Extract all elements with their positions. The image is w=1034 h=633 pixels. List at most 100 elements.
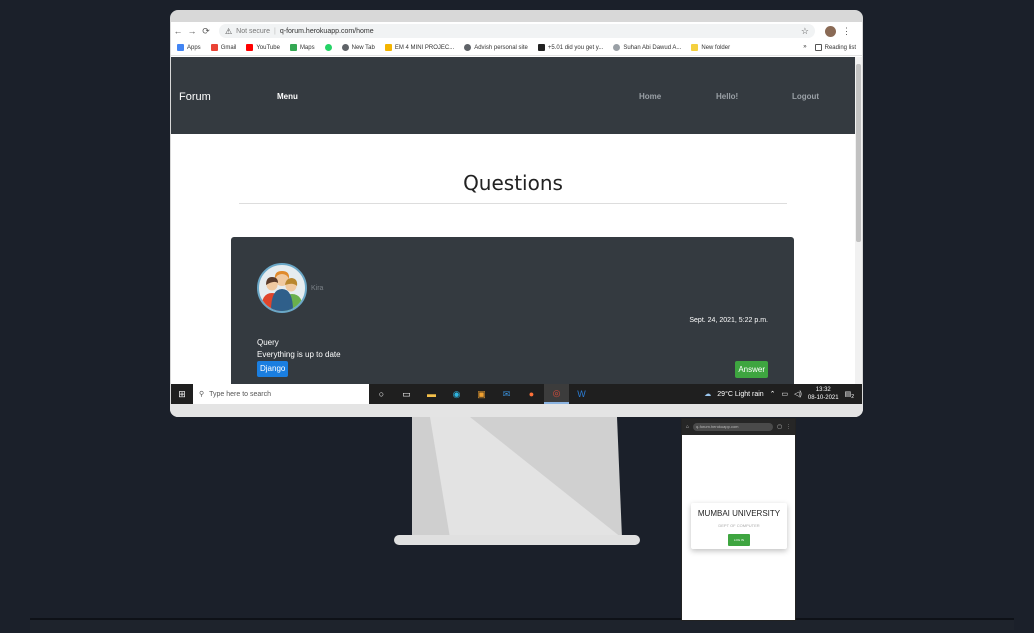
brand-link[interactable]: Forum — [179, 91, 211, 103]
nav-logout[interactable]: Logout — [792, 92, 819, 101]
weather-text[interactable]: 29°C Light rain — [717, 391, 763, 398]
bookmark-apps[interactable]: Apps — [177, 44, 201, 51]
user-avatar — [257, 263, 307, 313]
youtube-icon — [246, 44, 254, 51]
network-icon[interactable]: ▭ — [782, 390, 789, 398]
site-icon — [537, 44, 545, 51]
bookmark-suhan[interactable]: Suhan Abi Dawud A... — [613, 44, 681, 51]
bookmark-new-tab[interactable]: New Tab — [341, 44, 375, 51]
bookmark-label: +5.01 did you get y... — [547, 44, 604, 51]
site-icon — [613, 44, 621, 51]
word-icon[interactable]: W — [569, 389, 594, 399]
bookmark-em4[interactable]: EM 4 MINI PROJEC... — [384, 44, 455, 51]
bookmark-label: Suhan Abi Dawud A... — [623, 44, 682, 51]
weather-icon: ☁ — [704, 391, 712, 398]
desk-edge — [30, 618, 1014, 630]
mail-icon[interactable]: ✉ — [494, 389, 519, 400]
reading-list-icon — [814, 44, 822, 51]
page-scrollbar[interactable] — [855, 57, 862, 384]
task-view-icon[interactable]: ▭ — [394, 389, 419, 400]
cortana-icon[interactable]: ○ — [369, 389, 394, 399]
bookmark-label: Apps — [187, 44, 201, 51]
store-icon[interactable]: ▣ — [469, 389, 494, 400]
bookmark-label: Gmail — [220, 44, 237, 51]
apps-grid-icon — [177, 44, 184, 51]
bookmark-maps[interactable]: Maps — [289, 44, 315, 51]
bookmarks-bar: Apps Gmail YouTube Maps New Tab EM 4 MIN… — [171, 40, 862, 56]
whatsapp-icon — [324, 44, 332, 51]
chevron-up-icon[interactable]: ⌃ — [770, 390, 776, 398]
file-explorer-icon[interactable]: ▬ — [419, 389, 444, 399]
edge-icon[interactable]: ◉ — [444, 389, 469, 400]
tag-badge[interactable]: Django — [257, 361, 289, 377]
bookmark-did-you-get[interactable]: +5.01 did you get y... — [537, 44, 604, 51]
browser-menu-icon[interactable]: ⋮ — [842, 26, 851, 37]
phone-card-subtitle: DEPT OF COMPUTER — [718, 523, 760, 528]
address-bar[interactable]: ⚠ Not secure | q-forum.herokuapp.com/hom… — [219, 24, 815, 38]
bookmark-star-icon[interactable]: ☆ — [801, 26, 809, 37]
phone-login-button[interactable]: LOG IN — [728, 534, 750, 546]
forward-icon[interactable]: → — [185, 26, 199, 36]
scrollbar-thumb[interactable] — [856, 64, 861, 242]
system-tray: ☁ 29°C Light rain ⌃ ▭ ◁) 13:32 08-10-202… — [704, 386, 862, 402]
nav-hello[interactable]: Hello! — [716, 92, 738, 101]
search-placeholder: Type here to search — [209, 390, 272, 398]
answer-button[interactable]: Answer — [735, 361, 768, 378]
url-text: q-forum.herokuapp.com/home — [279, 27, 374, 35]
title-divider — [239, 203, 787, 204]
not-secure-label: Not secure — [236, 27, 271, 35]
bookmark-youtube[interactable]: YouTube — [246, 44, 280, 51]
page-viewport: Forum Menu Home Hello! Logout Questions — [171, 57, 855, 384]
profile-avatar[interactable] — [825, 25, 836, 37]
bookmark-gmail[interactable]: Gmail — [210, 44, 237, 51]
phone-menu-icon[interactable]: ⋮ — [786, 424, 791, 430]
bookmark-whatsapp[interactable] — [324, 44, 332, 51]
nav-home[interactable]: Home — [639, 92, 661, 101]
bookmark-label: Advish personal site — [474, 44, 528, 51]
page-title: Questions — [463, 171, 563, 195]
site-navbar: Forum Menu Home Hello! Logout — [171, 57, 855, 134]
notification-icon[interactable]: ▤ — [845, 390, 852, 398]
menu-link[interactable]: Menu — [277, 92, 298, 101]
monitor-bezel — [170, 404, 863, 417]
firefox-icon[interactable]: ● — [519, 389, 544, 399]
maps-icon — [289, 44, 297, 51]
bookmark-new-folder[interactable]: New folder — [691, 44, 730, 51]
bookmark-advish[interactable]: Advish personal site — [464, 44, 528, 51]
phone-login-card: MUMBAI UNIVERSITY DEPT OF COMPUTER LOG I… — [691, 503, 787, 549]
reading-list-button[interactable]: Reading list — [814, 44, 856, 51]
users-group-icon — [261, 271, 303, 311]
question-body: Everything is up to date — [257, 350, 341, 359]
volume-icon[interactable]: ◁) — [794, 390, 802, 398]
globe-icon — [341, 44, 349, 51]
phone-screenshot: ⌂ q-forum.herokuapp.com ▢ ⋮ MUMBAI UNIVE… — [681, 418, 796, 621]
phone-url[interactable]: q-forum.herokuapp.com — [693, 423, 774, 431]
question-date: Sept. 24, 2021, 5:22 p.m. — [689, 317, 768, 324]
bookmark-label: New Tab — [351, 44, 375, 51]
warning-icon: ⚠ — [225, 26, 233, 36]
reload-icon[interactable]: ⟳ — [199, 26, 213, 37]
folder-icon — [384, 44, 392, 51]
bookmark-label: YouTube — [256, 44, 280, 51]
tabs-icon[interactable]: ▢ — [777, 424, 782, 430]
home-icon[interactable]: ⌂ — [686, 424, 689, 430]
more-bookmarks-button[interactable]: » — [803, 44, 806, 51]
phone-browser-bar: ⌂ q-forum.herokuapp.com ▢ ⋮ — [682, 419, 795, 435]
chrome-icon[interactable]: ◎ — [544, 384, 569, 404]
search-icon: ⚲ — [199, 391, 205, 398]
phone-card-title: MUMBAI UNIVERSITY — [697, 509, 781, 518]
gmail-icon — [210, 44, 218, 51]
question-author[interactable]: Kira — [311, 285, 323, 292]
clock[interactable]: 13:32 08-10-2021 — [808, 386, 839, 402]
windows-start-icon[interactable]: ⊞ — [171, 389, 193, 400]
globe-icon — [464, 44, 472, 51]
back-icon[interactable]: ← — [171, 26, 185, 36]
question-title: Query — [257, 338, 279, 347]
windows-taskbar: ⊞ ⚲ Type here to search ○ ▭ ▬ ◉ ▣ ✉ ● ◎ … — [171, 384, 862, 404]
bookmark-label: EM 4 MINI PROJEC... — [394, 44, 455, 51]
bookmark-label: Maps — [299, 44, 315, 51]
folder-icon — [691, 44, 699, 51]
question-card: Kira Sept. 24, 2021, 5:22 p.m. Query Eve… — [231, 237, 794, 384]
browser-address-row: ← → ⟳ ⚠ Not secure | q-forum.herokuapp.c… — [171, 22, 862, 40]
taskbar-search[interactable]: ⚲ Type here to search — [193, 384, 369, 404]
